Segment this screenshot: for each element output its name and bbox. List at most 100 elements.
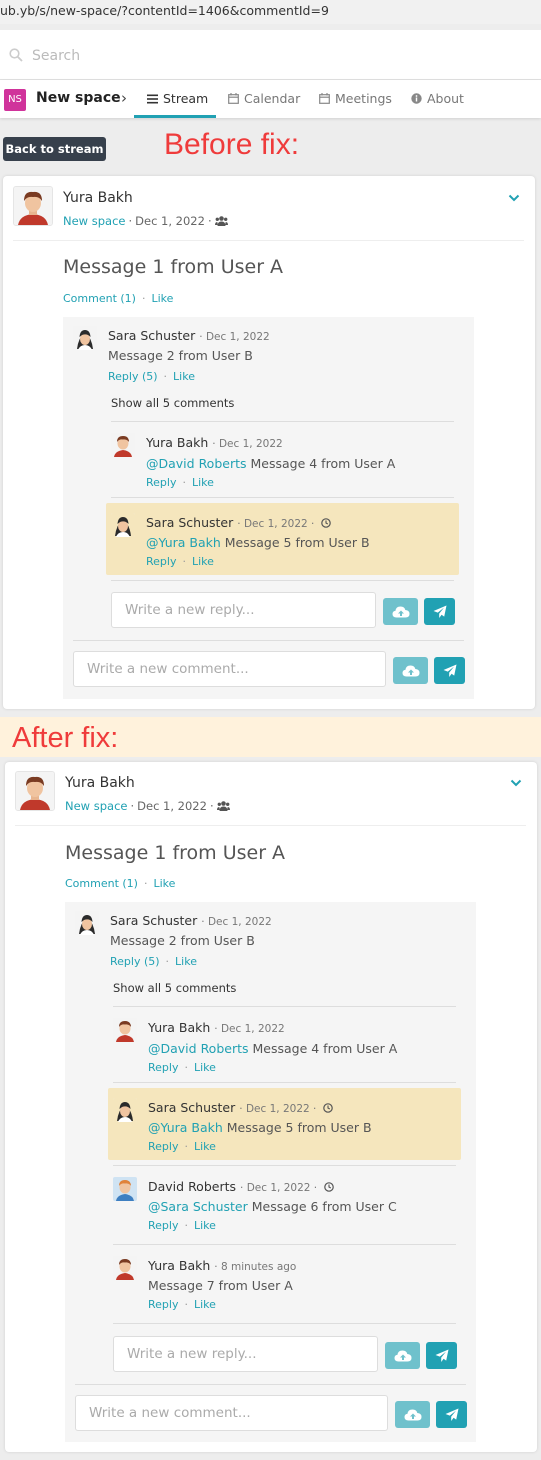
post-card-before: Yura Bakh New space · Dec 1, 2022 · Mess… bbox=[3, 176, 535, 709]
comment-section: Sara Schuster · Dec 1, 2022 Message 2 fro… bbox=[63, 317, 474, 699]
comment-input[interactable]: Write a new comment... bbox=[75, 1395, 388, 1431]
mention-link[interactable]: @Yura Bakh bbox=[146, 535, 221, 550]
send-button[interactable] bbox=[434, 657, 465, 684]
comment-date[interactable]: · Dec 1, 2022 bbox=[199, 331, 269, 343]
tab-stream[interactable]: Stream bbox=[147, 91, 208, 106]
comment-date[interactable]: · Dec 1, 2022 bbox=[212, 438, 282, 450]
upload-button[interactable] bbox=[395, 1401, 430, 1428]
male-avatar-icon bbox=[111, 433, 135, 457]
avatar[interactable] bbox=[113, 1018, 137, 1042]
comment-author[interactable]: Sara Schuster · Dec 1, 2022 · bbox=[146, 515, 332, 530]
divider bbox=[75, 1384, 466, 1385]
send-button[interactable] bbox=[426, 1342, 457, 1369]
like-link[interactable]: Like bbox=[194, 1219, 216, 1232]
post-author[interactable]: Yura Bakh bbox=[63, 190, 133, 206]
send-button[interactable] bbox=[424, 598, 455, 625]
comment-date[interactable]: · 8 minutes ago bbox=[214, 1261, 296, 1273]
show-all-comments-link[interactable]: Show all 5 comments bbox=[111, 396, 234, 410]
tab-about[interactable]: About bbox=[411, 91, 464, 106]
comment-author[interactable]: Yura Bakh · 8 minutes ago bbox=[148, 1258, 296, 1273]
paper-plane-icon bbox=[445, 1408, 458, 1421]
avatar[interactable] bbox=[113, 1098, 137, 1122]
comment-text: @Yura Bakh Message 5 from User B bbox=[148, 1120, 372, 1135]
reply-input[interactable]: Write a new reply... bbox=[113, 1336, 378, 1372]
avatar[interactable] bbox=[15, 771, 55, 811]
reply-input[interactable]: Write a new reply... bbox=[111, 592, 376, 628]
avatar[interactable] bbox=[111, 513, 135, 537]
male-avatar-icon bbox=[16, 772, 54, 810]
comment-date[interactable]: · Dec 1, 2022 · bbox=[239, 1103, 316, 1115]
space-link[interactable]: New space bbox=[65, 799, 127, 813]
comment-date[interactable]: · Dec 1, 2022 bbox=[214, 1023, 284, 1035]
like-link[interactable]: Like bbox=[194, 1140, 216, 1153]
avatar[interactable] bbox=[113, 1177, 137, 1201]
tab-label: About bbox=[427, 91, 464, 106]
comment-date[interactable]: · Dec 1, 2022 bbox=[201, 916, 271, 928]
comment-author[interactable]: Yura Bakh · Dec 1, 2022 bbox=[148, 1020, 285, 1035]
avatar[interactable] bbox=[13, 186, 53, 226]
upload-button[interactable] bbox=[385, 1342, 420, 1369]
after-fix-annotation: After fix: bbox=[12, 722, 119, 754]
reply-link[interactable]: Reply bbox=[148, 1140, 178, 1153]
back-to-stream-button[interactable]: Back to stream bbox=[3, 137, 106, 161]
space-name[interactable]: New space bbox=[36, 90, 121, 106]
avatar[interactable] bbox=[73, 326, 97, 350]
comment-actions: Reply · Like bbox=[148, 1298, 216, 1311]
send-button[interactable] bbox=[436, 1401, 467, 1428]
like-link[interactable]: Like bbox=[194, 1298, 216, 1311]
search-bar[interactable]: Search bbox=[0, 30, 541, 80]
like-link[interactable]: Like bbox=[192, 476, 214, 489]
upload-button[interactable] bbox=[383, 598, 418, 625]
comment-author[interactable]: Sara Schuster · Dec 1, 2022 bbox=[110, 913, 272, 928]
breadcrumb-chevron-icon: › bbox=[121, 89, 127, 107]
like-link[interactable]: Like bbox=[151, 292, 173, 305]
tab-label: Stream bbox=[163, 91, 209, 106]
mention-link[interactable]: @David Roberts bbox=[146, 456, 247, 471]
reply-link[interactable]: Reply bbox=[148, 1298, 178, 1311]
chevron-down-icon[interactable] bbox=[510, 779, 522, 787]
comment-author[interactable]: David Roberts · Dec 1, 2022 · bbox=[148, 1179, 334, 1194]
comment-text: @David Roberts Message 4 from User A bbox=[148, 1041, 398, 1056]
show-all-comments-link[interactable]: Show all 5 comments bbox=[113, 981, 236, 995]
calendar-icon bbox=[228, 93, 239, 104]
reply-link[interactable]: Reply bbox=[146, 476, 176, 489]
address-bar[interactable]: ub.yb/s/new-space/?contentId=1406&commen… bbox=[0, 0, 541, 24]
comment-link[interactable]: Comment (1) bbox=[65, 877, 138, 890]
reply-link[interactable]: Reply (5) bbox=[110, 955, 160, 968]
like-link[interactable]: Like bbox=[153, 877, 175, 890]
avatar[interactable] bbox=[111, 433, 135, 457]
comment-input[interactable]: Write a new comment... bbox=[73, 651, 386, 687]
avatar[interactable] bbox=[75, 911, 99, 935]
tab-meetings[interactable]: Meetings bbox=[319, 91, 392, 106]
mention-link[interactable]: @David Roberts bbox=[148, 1041, 249, 1056]
comment-section: Sara Schuster · Dec 1, 2022 Message 2 fro… bbox=[65, 902, 476, 1442]
like-link[interactable]: Like bbox=[192, 555, 214, 568]
avatar[interactable] bbox=[113, 1256, 137, 1280]
mention-link[interactable]: @Yura Bakh bbox=[148, 1120, 223, 1135]
post-author[interactable]: Yura Bakh bbox=[65, 775, 135, 791]
reply-link[interactable]: Reply bbox=[148, 1219, 178, 1232]
mention-link[interactable]: @Sara Schuster bbox=[148, 1199, 248, 1214]
comment-date[interactable]: · Dec 1, 2022 · bbox=[237, 518, 314, 530]
chevron-down-icon[interactable] bbox=[508, 194, 520, 202]
search-icon bbox=[9, 48, 23, 62]
tab-calendar[interactable]: Calendar bbox=[228, 91, 300, 106]
like-link[interactable]: Like bbox=[175, 955, 197, 968]
comment-date[interactable]: · Dec 1, 2022 · bbox=[240, 1182, 317, 1194]
space-badge[interactable]: NS bbox=[4, 89, 26, 111]
like-link[interactable]: Like bbox=[173, 370, 195, 383]
reply-link[interactable]: Reply bbox=[148, 1061, 178, 1074]
post-date[interactable]: Dec 1, 2022 bbox=[137, 799, 207, 813]
comment-author[interactable]: Sara Schuster · Dec 1, 2022 · bbox=[148, 1100, 334, 1115]
comment-author[interactable]: Sara Schuster · Dec 1, 2022 bbox=[108, 328, 270, 343]
comment-author[interactable]: Yura Bakh · Dec 1, 2022 bbox=[146, 435, 283, 450]
post-date[interactable]: Dec 1, 2022 bbox=[135, 214, 205, 228]
reply-link[interactable]: Reply (5) bbox=[108, 370, 158, 383]
comment-actions: Reply · Like bbox=[146, 555, 214, 568]
reply-link[interactable]: Reply bbox=[146, 555, 176, 568]
comment-link[interactable]: Comment (1) bbox=[63, 292, 136, 305]
like-link[interactable]: Like bbox=[194, 1061, 216, 1074]
upload-button[interactable] bbox=[393, 657, 428, 684]
search-placeholder[interactable]: Search bbox=[32, 48, 80, 64]
space-link[interactable]: New space bbox=[63, 214, 125, 228]
